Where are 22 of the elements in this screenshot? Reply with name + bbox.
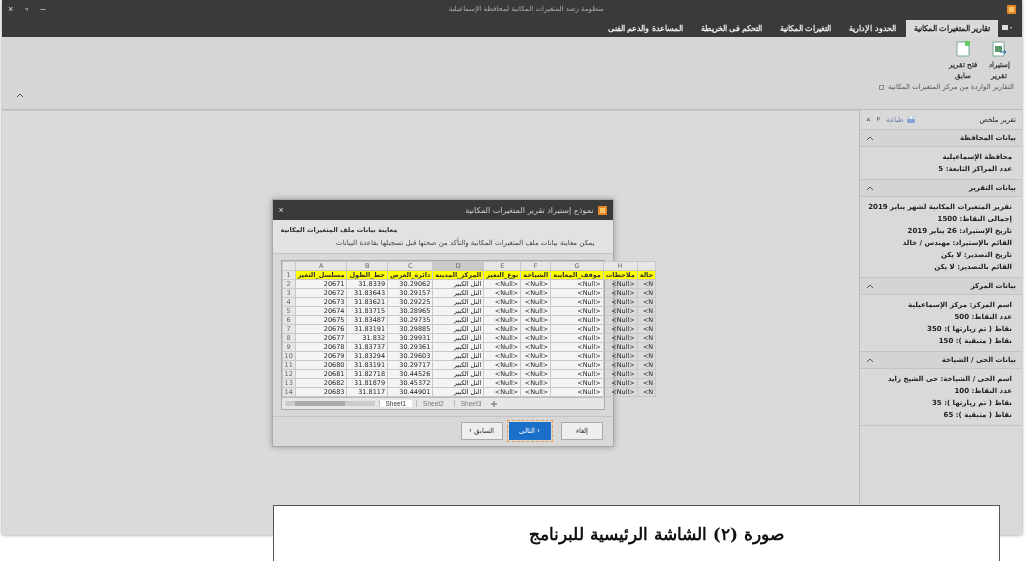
close-button[interactable]: × [8,4,14,14]
dialog-app-icon [597,205,607,215]
figure-caption: صورة (٢) الشاشة الرئيسية للبرنامج [528,523,784,544]
app-logo-icon [1007,4,1016,14]
ribbon-tab[interactable]: المساعدة والدعم الفنى [600,20,691,37]
add-sheet-icon [491,400,498,407]
ribbon-tab[interactable]: الحدود الإدارية [841,20,904,37]
ribbon-tab[interactable]: تقارير المتغيرات المكانية [905,20,998,37]
pin-button[interactable]: ᵖ [876,115,880,124]
restore-button[interactable]: ▫ [25,4,29,14]
close-button[interactable]: × [866,115,871,124]
dialog-launcher-icon [879,84,885,90]
ribbon-tab[interactable]: التحكم فى الخريطة [692,20,771,37]
printer-icon [905,115,916,124]
ribbon-tab[interactable]: التغيرات المكانية [772,20,840,37]
document-icon [955,41,971,57]
quick-access-icon [1002,24,1012,31]
ribbon-collapse-icon [16,92,24,99]
dialog-title: نموذج إستيراد تقرير المتغيرات المكانية [464,205,594,215]
minimize-button[interactable]: – [40,4,46,14]
close-button[interactable]: × [278,205,284,215]
spreadsheet-import-icon [991,41,1007,57]
